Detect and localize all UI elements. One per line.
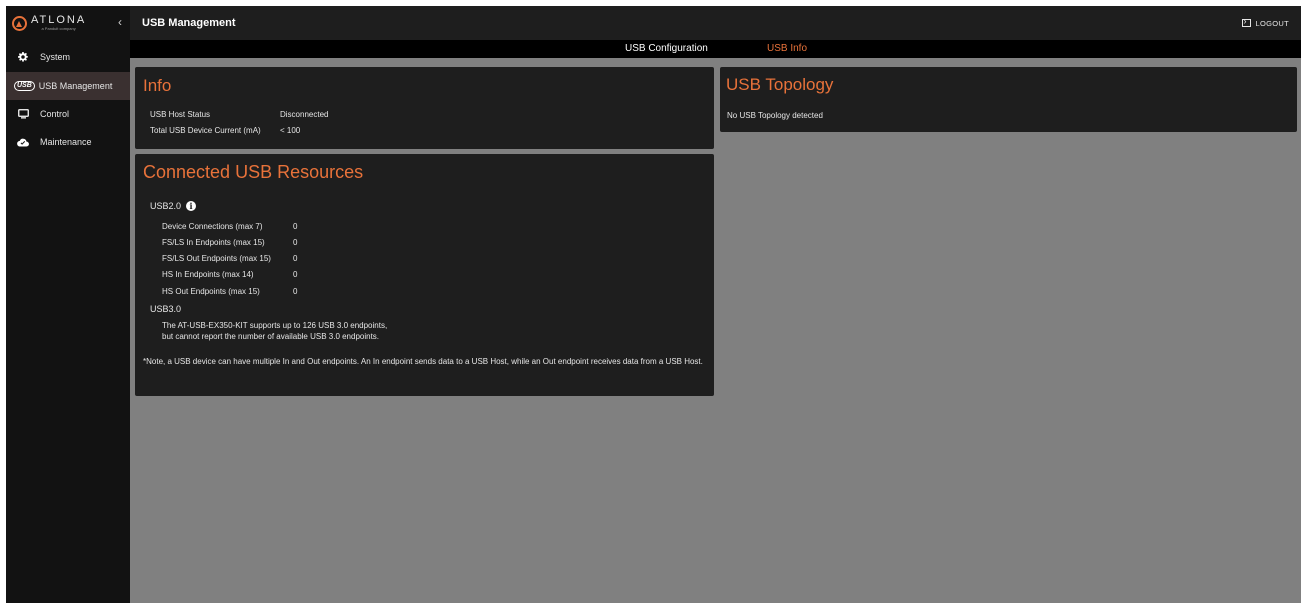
metric-row: Device Connections (max 7) 0 [162,222,297,231]
cloud-icon [6,138,40,147]
sidebar-item-label: Control [40,109,70,119]
usb-topology-panel: USB Topology No USB Topology detected [720,67,1297,132]
sidebar-item-system[interactable]: System [6,42,130,72]
tab-bar: USB Configuration USB Info [130,40,1301,58]
metric-value: 0 [293,238,298,247]
brand-name: ATLONA [31,14,87,26]
sidebar: ATLONA a Panduit company ‹ System USB US… [6,6,130,603]
monitor-icon [6,109,40,119]
sidebar-item-label: System [40,52,71,62]
logout-label: LOGOUT [1255,18,1289,28]
usb3-section-label: USB3.0 [150,304,182,314]
metric-label: HS Out Endpoints (max 15) [162,287,260,296]
header: USB Management LOGOUT [130,6,1301,40]
info-panel-title: Info [143,76,172,95]
sidebar-item-maintenance[interactable]: Maintenance [6,128,130,156]
metric-value: 0 [293,222,298,231]
sidebar-item-control[interactable]: Control [6,100,130,128]
metric-value: 0 [293,287,298,296]
field-label: USB Host Status [150,110,211,119]
connected-usb-resources-panel: Connected USB Resources USB2.0 i Device … [135,154,714,396]
field-label: Total USB Device Current (mA) [150,126,261,135]
logout-icon [1241,16,1251,27]
usb-host-status-value: Disconnected [280,110,329,119]
usb-icon: USB [14,81,35,91]
metric-row: FS/LS Out Endpoints (max 15) 0 [162,254,297,263]
gear-icon [6,52,40,62]
sidebar-item-label: Maintenance [40,137,92,147]
logout-button[interactable]: LOGOUT [1241,16,1289,28]
usb3-description-line: but cannot report the number of availabl… [162,332,380,341]
metric-label: FS/LS In Endpoints (max 15) [162,238,265,247]
usb2-section-label: USB2.0 i [150,201,197,211]
app-window: ATLONA a Panduit company ‹ System USB US… [6,6,1301,603]
metric-value: 0 [293,270,298,279]
metric-row: FS/LS In Endpoints (max 15) 0 [162,238,297,247]
metric-label: FS/LS Out Endpoints (max 15) [162,254,271,263]
info-icon[interactable]: i [186,201,197,211]
info-panel: Info USB Host Status Disconnected Total … [135,67,714,149]
connected-usb-resources-title: Connected USB Resources [143,162,364,182]
usb-topology-message: No USB Topology detected [727,111,823,120]
usb2-label: USB2.0 [150,201,182,211]
brand-logo: ATLONA a Panduit company ‹ [6,6,130,40]
atlona-logo-icon [12,15,27,31]
total-usb-current-row: Total USB Device Current (mA) < 100 [150,126,300,135]
endpoint-note: *Note, a USB device can have multiple In… [143,357,703,366]
brand-tagline: a Panduit company [41,26,76,31]
metric-label: HS In Endpoints (max 14) [162,270,254,279]
usb3-description-line: The AT-USB-EX350-KIT supports up to 126 … [162,321,388,330]
tab-usb-info[interactable]: USB Info [767,43,807,54]
usb-topology-title: USB Topology [726,75,834,94]
metric-value: 0 [293,254,298,263]
tab-usb-configuration[interactable]: USB Configuration [625,43,708,54]
collapse-sidebar-button[interactable]: ‹ [118,15,122,29]
metric-row: HS Out Endpoints (max 15) 0 [162,287,297,296]
total-usb-current-value: < 100 [280,126,301,135]
usb3-description: The AT-USB-EX350-KIT supports up to 126 … [162,320,562,342]
chevron-left-icon: ‹ [118,15,122,29]
page-title: USB Management [142,17,236,29]
metric-label: Device Connections (max 7) [162,222,263,231]
sidebar-item-label: USB Management [38,81,113,91]
sidebar-item-usb-management[interactable]: USB USB Management [6,72,130,100]
usb-host-status-row: USB Host Status Disconnected [150,110,328,119]
metric-row: HS In Endpoints (max 14) 0 [162,270,297,279]
